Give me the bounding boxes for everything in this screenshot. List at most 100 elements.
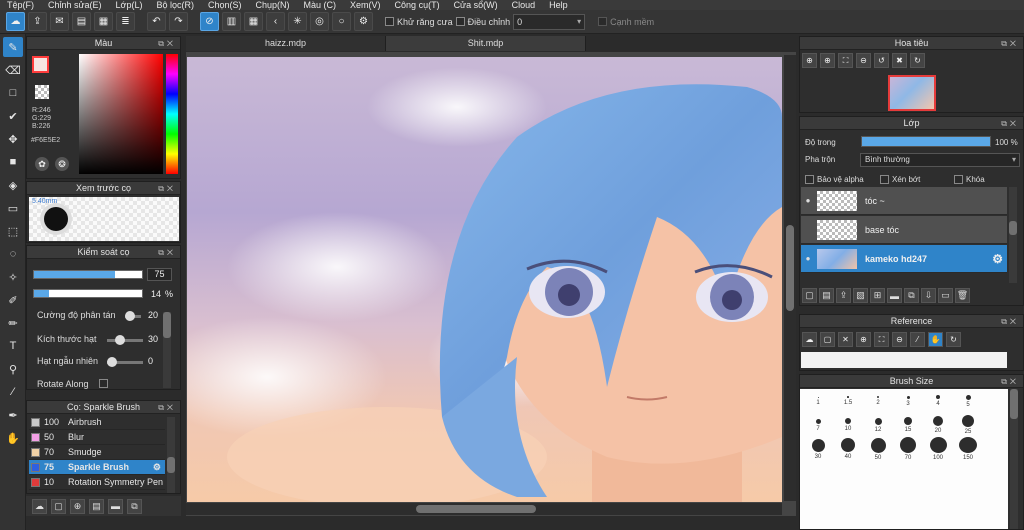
- select-eraser-icon[interactable]: ✏: [3, 313, 23, 333]
- hue-slider[interactable]: [166, 54, 178, 174]
- brush-opacity-bar[interactable]: [33, 289, 143, 298]
- zoom-out-icon[interactable]: ⊖: [892, 332, 907, 347]
- brush-size-option[interactable]: 1.5: [833, 389, 863, 413]
- pen-tool-icon[interactable]: ✒: [3, 405, 23, 425]
- snap-vanish-icon[interactable]: ‹: [266, 12, 285, 31]
- layer-folder-icon[interactable]: ▬: [887, 288, 902, 303]
- zoom-minus-icon[interactable]: ⊖: [856, 53, 871, 68]
- canvas-horizontal-scrollbar[interactable]: [186, 503, 782, 515]
- document-list-icon[interactable]: ≣: [116, 12, 135, 31]
- snap-radial-icon[interactable]: ✳: [288, 12, 307, 31]
- select-pen-tool-icon[interactable]: ✐: [3, 290, 23, 310]
- eraser-tool-icon[interactable]: ⌫: [3, 60, 23, 80]
- text-tool-icon[interactable]: T: [3, 336, 23, 356]
- palette-icon[interactable]: ✿: [35, 157, 49, 171]
- brush-size-option[interactable]: 3: [893, 389, 923, 413]
- grid-icon[interactable]: ▦: [94, 12, 113, 31]
- canvas-vertical-scrollbar[interactable]: [784, 55, 796, 501]
- open-cloud-icon[interactable]: ☁: [802, 332, 817, 347]
- brush-size-scrollbar[interactable]: [1010, 389, 1018, 529]
- particle-size-slider[interactable]: [107, 335, 143, 345]
- cloud-brush-icon[interactable]: ☁: [32, 498, 47, 514]
- menu-file[interactable]: Tệp(F): [0, 0, 41, 10]
- rotate-along-checkbox[interactable]: [99, 379, 108, 388]
- add-layer-dropdown-icon[interactable]: ⊞: [870, 288, 885, 303]
- close-icon[interactable]: ✕: [838, 332, 853, 347]
- zoom-out-icon[interactable]: ⊕: [820, 53, 835, 68]
- duplicate-layer-icon[interactable]: ⧉: [904, 288, 919, 303]
- rect-tool-icon[interactable]: ■: [3, 152, 23, 172]
- brush-size-option[interactable]: 40: [833, 437, 863, 461]
- brush-size-scroll-thumb[interactable]: [1010, 389, 1018, 419]
- brush-size-value[interactable]: 75: [147, 268, 172, 281]
- eyedropper-tool-icon[interactable]: ⁄: [3, 382, 23, 402]
- foreground-swatch[interactable]: [32, 56, 49, 73]
- tab-shit[interactable]: Shit.mdp: [386, 36, 586, 51]
- zoom-in-icon[interactable]: ⊕: [802, 53, 817, 68]
- fit-icon[interactable]: ⛶: [838, 53, 853, 68]
- brush-size-option[interactable]: 20: [923, 413, 953, 437]
- menu-capture[interactable]: Chụp(N): [249, 0, 297, 10]
- random-particle-knob[interactable]: [107, 357, 117, 367]
- soft-edge-box[interactable]: [598, 17, 608, 26]
- snap-circle-icon[interactable]: ◎: [310, 12, 329, 31]
- snap-settings-icon[interactable]: ⚙: [354, 12, 373, 31]
- new-halftone-layer-icon[interactable]: ▤: [819, 288, 834, 303]
- lock-checkbox[interactable]: Khóa: [954, 175, 985, 184]
- layer-scroll-thumb[interactable]: [1009, 221, 1017, 235]
- brush-size-option[interactable]: 100: [923, 437, 953, 461]
- eyedropper-icon[interactable]: ⁄: [910, 332, 925, 347]
- dot-tool-icon[interactable]: □: [3, 83, 23, 103]
- brush-control-scroll-thumb[interactable]: [163, 312, 171, 338]
- brush-size-option[interactable]: 5: [953, 389, 983, 413]
- panel-buttons-icon[interactable]: ⧉✕: [158, 401, 176, 414]
- visibility-icon[interactable]: ●: [801, 254, 815, 263]
- brush-item-blur[interactable]: 50 Blur: [29, 430, 165, 445]
- brush-size-option[interactable]: 10: [833, 413, 863, 437]
- duplicate-icon[interactable]: ⧉: [127, 498, 142, 514]
- hand-tool-icon[interactable]: ✋: [3, 428, 23, 448]
- brush-tool-icon[interactable]: ✎: [3, 37, 23, 57]
- layer-item-kameko[interactable]: ● kameko hd247 ⚙: [801, 245, 1007, 273]
- move-tool-icon[interactable]: ✥: [3, 129, 23, 149]
- random-particle-slider[interactable]: [107, 357, 143, 367]
- clear-layer-icon[interactable]: ▭: [938, 288, 953, 303]
- layer-item-base-hair[interactable]: base tóc: [801, 216, 1007, 244]
- new-1bit-layer-icon[interactable]: ▧: [853, 288, 868, 303]
- fit-icon[interactable]: ⛶: [874, 332, 889, 347]
- menu-select[interactable]: Chọn(S): [201, 0, 249, 10]
- new-8bit-layer-icon[interactable]: ⇪: [836, 288, 851, 303]
- antialias-box[interactable]: [385, 17, 394, 26]
- new-brush-icon[interactable]: ▢: [51, 498, 66, 514]
- navigator-thumbnail[interactable]: [888, 75, 936, 111]
- brush-size-option[interactable]: 70: [893, 437, 923, 461]
- menu-cloud[interactable]: Cloud: [505, 0, 543, 10]
- snap-grid-icon[interactable]: ▦: [244, 12, 263, 31]
- panel-buttons-icon[interactable]: ⧉✕: [158, 246, 176, 259]
- brush-item-sparkle[interactable]: 75 Sparkle Brush ⚙: [29, 460, 165, 475]
- saturation-value-picker[interactable]: [79, 54, 163, 174]
- brush-list-scroll-thumb[interactable]: [167, 457, 175, 473]
- document-icon[interactable]: ▤: [72, 12, 91, 31]
- brush-control-scrollbar[interactable]: [163, 312, 171, 388]
- brush-list-scrollbar[interactable]: [167, 417, 175, 493]
- share-icon[interactable]: ⇪: [28, 12, 47, 31]
- hand-icon[interactable]: ✋: [928, 332, 943, 347]
- rect-select-icon[interactable]: ⬚: [3, 221, 23, 241]
- folder-icon[interactable]: ▬: [108, 498, 123, 514]
- canvas-vertical-scroll-thumb[interactable]: [786, 225, 794, 311]
- zoom-in-icon[interactable]: ⊕: [856, 332, 871, 347]
- soft-edge-checkbox[interactable]: Cạnh mềm: [598, 17, 654, 27]
- brush-item-rotation-symmetry[interactable]: 10 Rotation Symmetry Pen: [29, 475, 165, 490]
- background-swatch[interactable]: [35, 85, 49, 99]
- menu-color[interactable]: Màu (C): [297, 0, 344, 10]
- divide-tool-icon[interactable]: ⚲: [3, 359, 23, 379]
- panel-buttons-icon[interactable]: ⧉✕: [158, 182, 176, 195]
- reference-canvas[interactable]: [801, 352, 1007, 368]
- correction-box[interactable]: [455, 17, 465, 26]
- layer-item-hair[interactable]: ● tóc ~: [801, 187, 1007, 215]
- cloud-icon[interactable]: ☁: [6, 12, 25, 31]
- delete-layer-icon[interactable]: 🗑: [955, 288, 970, 303]
- panel-buttons-icon[interactable]: ⧉✕: [1001, 37, 1019, 50]
- brush-size-option[interactable]: 150: [953, 437, 983, 461]
